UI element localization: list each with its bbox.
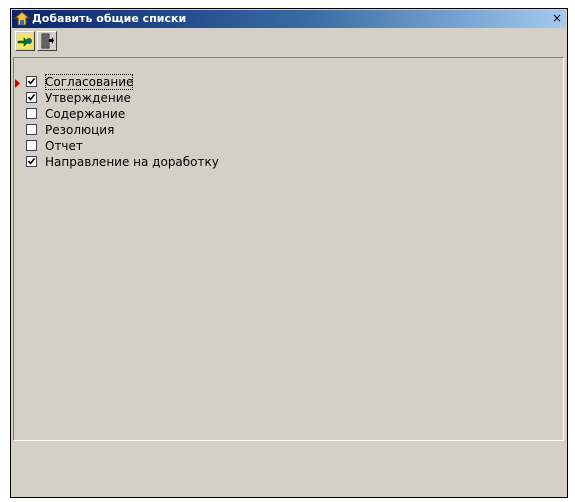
- checkbox[interactable]: [26, 108, 37, 119]
- close-button[interactable]: ×: [550, 12, 564, 25]
- list-item-label: Содержание: [45, 107, 126, 121]
- list-item[interactable]: Направление на доработку: [14, 154, 414, 170]
- list-item[interactable]: Утверждение: [14, 90, 414, 106]
- list-item[interactable]: Согласование: [14, 74, 414, 90]
- checkbox[interactable]: [26, 92, 37, 103]
- window-title: Добавить общие списки: [32, 12, 187, 25]
- checkbox[interactable]: [26, 140, 37, 151]
- title-bar[interactable]: Добавить общие списки ×: [12, 10, 566, 28]
- checkbox[interactable]: [26, 124, 37, 135]
- dialog-window: Добавить общие списки × Согласование Утв…: [10, 8, 568, 498]
- list-item[interactable]: Содержание: [14, 106, 414, 122]
- lists-panel: Согласование Утверждение Содержание Резо…: [13, 57, 564, 441]
- list-item[interactable]: Отчет: [14, 138, 414, 154]
- add-button[interactable]: [15, 31, 35, 51]
- list-item[interactable]: Резолюция: [14, 122, 414, 138]
- exit-button[interactable]: [37, 31, 57, 51]
- list-item-label: Направление на доработку: [45, 155, 219, 169]
- list-item-label: Отчет: [45, 139, 83, 153]
- app-icon: [13, 11, 31, 27]
- list-item-label: Согласование: [45, 74, 134, 90]
- checkbox[interactable]: [26, 156, 37, 167]
- checkbox[interactable]: [26, 76, 37, 87]
- current-row-indicator: [15, 77, 21, 91]
- toolbar: [15, 31, 215, 53]
- list-item-label: Резолюция: [45, 123, 115, 137]
- list-item-label: Утверждение: [45, 91, 131, 105]
